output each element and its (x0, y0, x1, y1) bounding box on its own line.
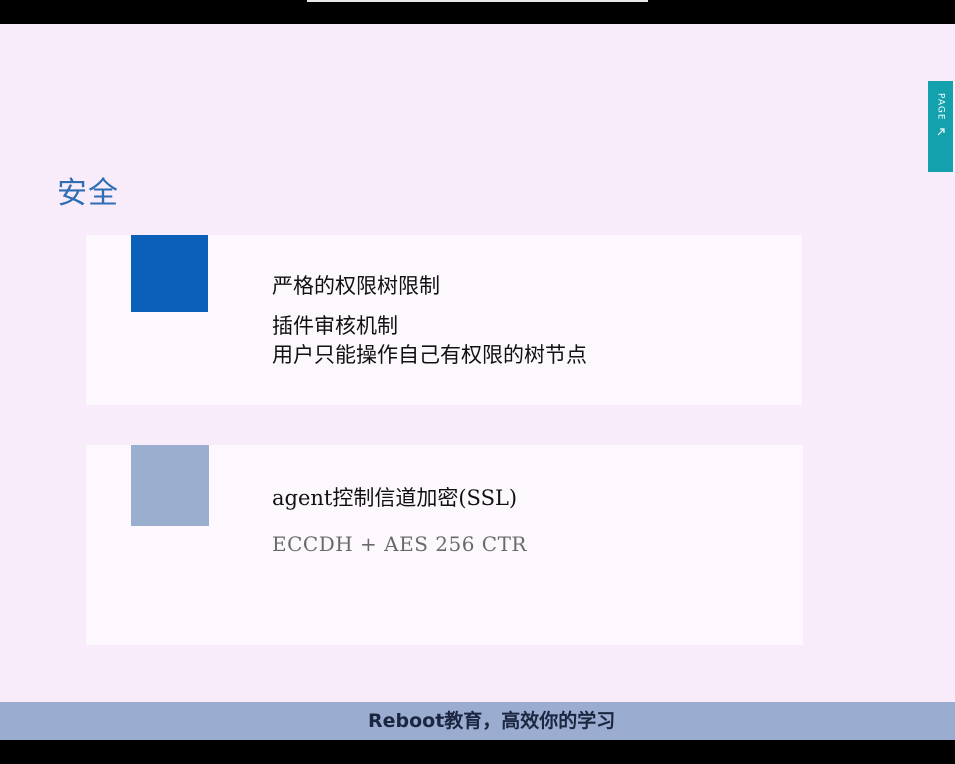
caption-text: Reboot教育，高效你的学习 (368, 710, 616, 732)
card-heading: agent控制信道加密(SSL) (272, 486, 518, 510)
seek-line (307, 0, 648, 2)
slide-title: 安全 (57, 176, 119, 211)
content-card: 严格的权限树限制 插件审核机制 用户只能操作自己有权限的树节点 (86, 235, 802, 405)
slide: 安全 严格的权限树限制 插件审核机制 用户只能操作自己有权限的树节点 agent… (0, 24, 955, 702)
card-heading: 严格的权限树限制 (272, 274, 440, 298)
video-frame: 安全 严格的权限树限制 插件审核机制 用户只能操作自己有权限的树节点 agent… (0, 0, 955, 764)
card-accent-square (131, 445, 209, 526)
card-accent-square (131, 235, 208, 312)
side-tab-label: PAGE (935, 93, 946, 121)
card-line: 插件审核机制 (272, 314, 398, 338)
caption-bar: Reboot教育，高效你的学习 (0, 702, 955, 740)
page-side-tab[interactable]: PAGE (928, 81, 953, 172)
arrow-icon (937, 127, 945, 135)
content-card: agent控制信道加密(SSL) ECCDH + AES 256 CTR (86, 445, 803, 645)
card-line: 用户只能操作自己有权限的树节点 (272, 343, 587, 367)
card-line: ECCDH + AES 256 CTR (272, 532, 527, 556)
